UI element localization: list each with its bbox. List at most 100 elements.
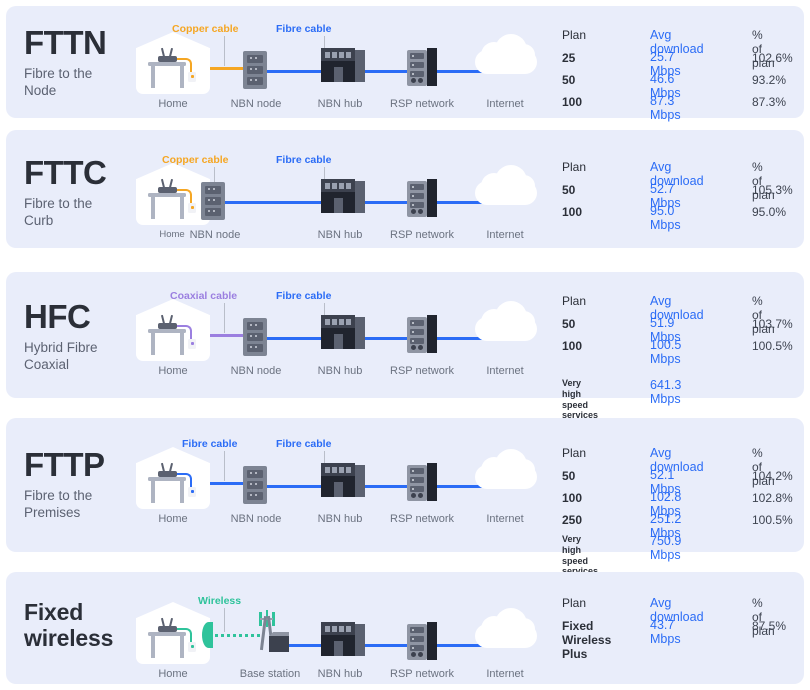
- table-cell-plan: 100: [562, 205, 583, 219]
- node-label-home: Home: [158, 513, 188, 525]
- table-cell-plan: 100: [562, 491, 583, 505]
- node-label-internet: Internet: [486, 513, 524, 525]
- table-cell-pct: 100.5%: [752, 513, 793, 527]
- node-label-nbn-node: NBN node: [230, 513, 282, 525]
- node-label-internet: Internet: [486, 668, 524, 680]
- table-cell-very-high-speed-value: 641.3 Mbps: [650, 378, 682, 406]
- network-diagram-hfc: Coaxial cable Fibre cable Home NBN node: [124, 272, 544, 398]
- internet-cloud-icon: [475, 449, 537, 489]
- tech-card-fttp: FTTP Fibre to the Premises Fibre cable F…: [6, 418, 804, 576]
- legend-label-fibre: Fibre cable: [276, 23, 332, 35]
- table-cell-plan: 50: [562, 73, 576, 87]
- tech-full-name: Fibre to the Node: [24, 65, 93, 99]
- home-icon: [136, 299, 210, 361]
- home-icon: [136, 602, 213, 664]
- nbn-technology-speed-infographic: FTTN Fibre to the Node Copper cable Fibr…: [0, 0, 810, 690]
- node-label-nbn-hub: NBN hub: [317, 365, 363, 377]
- node-label-internet: Internet: [486, 229, 524, 241]
- internet-cloud-icon: [475, 34, 537, 74]
- node-label-home: Home: [159, 229, 185, 240]
- table-cell-pct: 93.2%: [752, 73, 787, 87]
- tech-title-block: FTTN Fibre to the Node: [24, 24, 107, 100]
- tech-title-block: HFC Hybrid Fibre Coaxial: [24, 300, 98, 374]
- internet-cloud-icon: [475, 608, 537, 648]
- nbn-hub-icon: [321, 179, 365, 213]
- legend-leader-line: [224, 36, 225, 66]
- table-cell-speed: 100.5 Mbps: [650, 338, 682, 366]
- tech-full-name: Fibre to the Curb: [24, 195, 93, 229]
- legend-leader-line: [224, 303, 225, 333]
- network-diagram-fttp: Fibre cable Fibre cable Home NBN node NB…: [124, 418, 544, 552]
- table-cell-speed: 95.0 Mbps: [650, 204, 681, 232]
- tech-abbreviation: FTTN: [24, 24, 107, 61]
- table-header-plan: Plan: [562, 446, 587, 460]
- node-label-rsp: RSP network: [390, 229, 454, 241]
- table-cell-plan: 25: [562, 51, 576, 65]
- wireless-dish-icon: [202, 622, 213, 648]
- node-label-nbn-hub: NBN hub: [317, 513, 363, 525]
- home-icon: [136, 163, 210, 225]
- network-diagram-fttc: Copper cable Fibre cable Home NBN node N…: [124, 130, 544, 248]
- internet-cloud-icon: [475, 165, 537, 205]
- tech-abbreviation: FTTC: [24, 154, 107, 191]
- table-cell-plan: 50: [562, 317, 576, 331]
- legend-label-fibre: Fibre cable: [276, 290, 332, 302]
- tech-full-name: Fibre to the Premises: [24, 487, 93, 521]
- table-cell-plan: 50: [562, 183, 576, 197]
- table-cell-pct: 102.8%: [752, 491, 793, 505]
- table-cell-pct: 87.5%: [752, 619, 787, 633]
- legend-label-fibre-second: Fibre cable: [276, 438, 332, 450]
- table-cell-pct: 87.3%: [752, 95, 787, 109]
- base-station-icon: [252, 610, 289, 654]
- nbn-node-icon: [243, 51, 267, 89]
- table-cell-plan: Fixed Wireless Plus: [562, 619, 612, 662]
- nbn-hub-icon: [321, 48, 365, 82]
- table-cell-speed: 43.7 Mbps: [650, 618, 681, 646]
- table-header-plan: Plan: [562, 28, 587, 42]
- node-label-nbn-hub: NBN hub: [317, 98, 363, 110]
- link-fibre: [249, 485, 509, 488]
- nbn-node-icon: [243, 466, 267, 504]
- tech-abbreviation: HFC: [24, 298, 91, 335]
- node-label-home: Home: [158, 98, 188, 110]
- node-label-rsp: RSP network: [390, 668, 454, 680]
- internet-cloud-icon: [475, 301, 537, 341]
- nbn-hub-icon: [321, 622, 365, 656]
- nbn-node-icon: [243, 318, 267, 356]
- legend-label-fibre: Fibre cable: [276, 154, 332, 166]
- tech-abbreviation: FTTP: [24, 446, 105, 483]
- rsp-network-icon: [407, 622, 437, 660]
- tech-abbreviation: Fixed wireless: [24, 599, 114, 651]
- tech-title-block: FTTP Fibre to the Premises: [24, 446, 105, 522]
- node-label-nbn-node: NBN node: [230, 365, 282, 377]
- nbn-hub-icon: [321, 315, 365, 349]
- table-cell-pct: 102.6%: [752, 51, 793, 65]
- nbn-hub-icon: [321, 463, 365, 497]
- legend-leader-line: [224, 608, 225, 632]
- node-label-base-station: Base station: [239, 668, 301, 680]
- rsp-network-icon: [407, 179, 437, 217]
- table-header-plan: Plan: [562, 294, 587, 308]
- rsp-network-icon: [407, 48, 437, 86]
- link-fibre: [249, 337, 509, 340]
- table-cell-pct: 100.5%: [752, 339, 793, 353]
- table-cell-speed: 87.3 Mbps: [650, 94, 681, 122]
- network-diagram-fixed-wireless: Wireless Home Base station NBN hub RSP n…: [124, 572, 544, 684]
- rsp-network-icon: [407, 463, 437, 501]
- tech-card-fttn: FTTN Fibre to the Node Copper cable Fibr…: [6, 6, 804, 122]
- home-icon: [136, 32, 210, 94]
- node-label-rsp: RSP network: [390, 513, 454, 525]
- legend-leader-line: [224, 451, 225, 481]
- table-cell-plan: 50: [562, 469, 576, 483]
- node-label-internet: Internet: [486, 98, 524, 110]
- node-label-nbn-hub: NBN hub: [317, 668, 363, 680]
- tech-title-block: FTTC Fibre to the Curb: [24, 154, 107, 230]
- table-cell-pct: 104.2%: [752, 469, 793, 483]
- table-cell-very-high-speed-value: 750.9 Mbps: [650, 534, 682, 562]
- table-cell-plan: 250: [562, 513, 583, 527]
- node-label-home: Home: [158, 668, 188, 680]
- tech-full-name: Hybrid Fibre Coaxial: [24, 339, 98, 373]
- table-cell-very-high-speed-label: Very high speed services: [562, 534, 598, 576]
- node-label-rsp: RSP network: [390, 98, 454, 110]
- table-cell-pct: 95.0%: [752, 205, 787, 219]
